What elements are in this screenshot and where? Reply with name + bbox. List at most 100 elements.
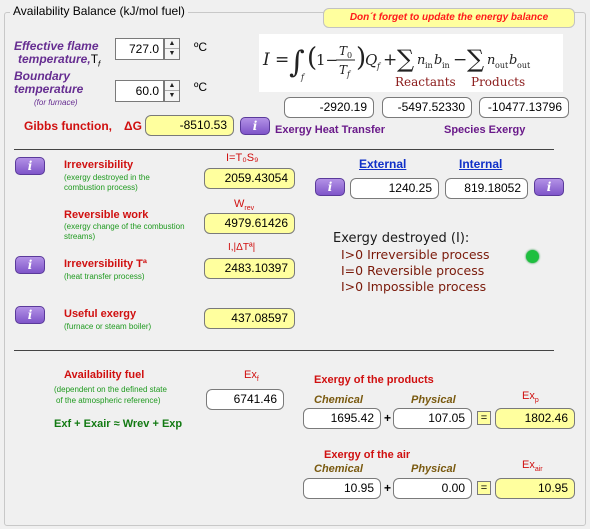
boundary-temp-note: (for furnace) [34,98,78,107]
svg-text:in: in [425,61,433,70]
info-icon: i [546,180,552,194]
info-icon: i [27,308,33,322]
stepper-up-icon: ▲ [165,81,179,91]
irreversibility-label: Irreversibility [64,159,134,171]
boundary-temp-label-1: Boundary [14,69,71,83]
svg-text:f: f [300,73,306,82]
external-label: External [359,157,407,171]
svg-text:out: out [495,61,509,70]
info-icon: i [327,180,333,194]
formula-products-label: Products [471,75,526,89]
irreversibility-t-info-button[interactable]: i [15,256,45,274]
svg-text:f: f [376,62,382,71]
reversible-work-value: 4979.61426 [204,213,295,234]
availability-balance-formula: I = ∫ f ( 1− T 0 T f ) Q f + ∑ n in b in… [259,34,563,92]
exergy-heat-transfer-value: -2920.19 [284,97,374,118]
flame-temp-label-1: Effective flame [14,39,99,53]
info-icon: i [252,119,258,133]
availability-equation: Exf + Exair ≈ Wrev + Exp [54,418,183,430]
exergy-destroyed-list: I>0 Irreversible process I=0 Reversible … [341,247,490,295]
svg-text:=: = [275,50,289,70]
equals-sign: = [477,481,491,495]
reversible-work-label: Reversible work [64,209,149,221]
irreversibility-desc: (exergy destroyed in the combustion proc… [64,173,150,192]
air-chemical-label: Chemical [314,463,363,475]
availability-fuel-label: Availability fuel [64,369,145,381]
products-total-symbol: Exp [522,390,539,405]
products-chemical-value: 1695.42 [303,408,381,429]
svg-text:Q: Q [365,51,377,69]
products-chemical-label: Chemical [314,394,363,406]
impossible-process-line: I>0 Impossible process [341,279,487,294]
divider-bottom [14,350,554,351]
update-energy-balance-reminder[interactable]: Don´t forget to update the energy balanc… [323,8,575,28]
group-title: Availability Balance (kJ/mol fuel) [10,4,188,18]
useful-exergy-desc: (furnace or steam boiler) [64,322,152,331]
info-icon: i [27,159,33,173]
air-exergy-title: Exergy of the air [324,449,411,461]
irreversibility-t-label: Irreversibility Tª [64,258,147,270]
reactants-exergy-value: -5497.52330 [382,97,472,118]
irreversibility-t-desc: (heat transfer process) [64,272,145,281]
air-physical-value: 0.00 [393,478,472,499]
svg-text:in: in [442,61,450,70]
flame-temp-label-2: temperature,Tf [18,52,101,69]
availability-fuel-desc-1: (dependent on the defined state [54,385,167,394]
air-total-symbol: Exair [522,459,543,474]
svg-text:∑: ∑ [397,45,414,73]
useful-exergy-value: 437.08597 [204,308,295,329]
products-total-value: 1802.46 [495,408,575,429]
stepper-down-icon: ▼ [168,92,176,99]
products-physical-value: 107.05 [393,408,472,429]
exergy-destroyed-title: Exergy destroyed (I): [333,231,470,246]
stepper-up-icon: ▲ [165,39,179,49]
svg-text:+: + [383,50,397,70]
availability-fuel-symbol: Exf [244,369,259,384]
plus-sign: + [384,411,392,425]
internal-value: 819.18052 [445,178,528,199]
air-physical-label: Physical [411,463,456,475]
svg-text:−: − [453,50,467,70]
irreversibility-t-symbol: I,|ΔTª| [228,242,256,253]
reversible-process-line: I=0 Reversible process [341,263,485,278]
internal-label: Internal [459,157,503,171]
external-info-button[interactable]: i [315,178,345,196]
gibbs-info-button[interactable]: i [240,117,270,135]
useful-exergy-label: Useful exergy [64,308,137,320]
boundary-temperature-input[interactable]: 60.0 [115,80,164,102]
availability-fuel-value: 6741.46 [206,389,284,410]
external-value: 1240.25 [350,178,439,199]
svg-text:I: I [262,50,270,70]
plus-sign: + [384,481,392,495]
products-exergy-value: -10477.13796 [479,97,569,118]
boundary-temperature-stepper[interactable]: ▲ ▼ [164,80,180,102]
air-total-value: 10.95 [495,478,575,499]
formula-reactants-label: Reactants [395,75,456,89]
reversible-work-desc: (exergy change of the combustion streams… [64,222,185,241]
reversible-work-symbol: Wrev [234,198,255,213]
irreversibility-value: 2059.43054 [204,168,295,189]
irreversibility-t-value: 2483.10397 [204,258,295,279]
irreversible-process-line: I>0 Irreversible process [341,247,490,262]
flame-temperature-stepper[interactable]: ▲ ▼ [164,38,180,60]
gibbs-symbol: ΔG [124,119,142,133]
irreversibility-symbol: I=T₀S₉ [226,152,259,164]
availability-fuel-desc-2: of the atmospheric reference) [56,396,161,405]
flame-temperature-input[interactable]: 727.0 [115,38,164,60]
species-exergy-label: Species Exergy [444,124,526,136]
svg-text:out: out [517,61,531,70]
useful-exergy-info-button[interactable]: i [15,306,45,324]
boundary-temp-label-2: temperature [14,82,84,96]
flame-temp-unit: ºC [194,40,208,54]
equals-sign: = [477,411,491,425]
info-icon: i [27,258,33,272]
internal-info-button[interactable]: i [534,178,564,196]
products-exergy-title: Exergy of the products [314,374,434,386]
svg-text:f: f [346,70,352,79]
air-chemical-value: 10.95 [303,478,381,499]
exergy-heat-transfer-label: Exergy Heat Transfer [275,124,386,136]
process-status-indicator [526,250,539,263]
irreversibility-info-button[interactable]: i [15,157,45,175]
svg-text:0: 0 [347,51,352,60]
svg-text:∑: ∑ [467,45,484,73]
